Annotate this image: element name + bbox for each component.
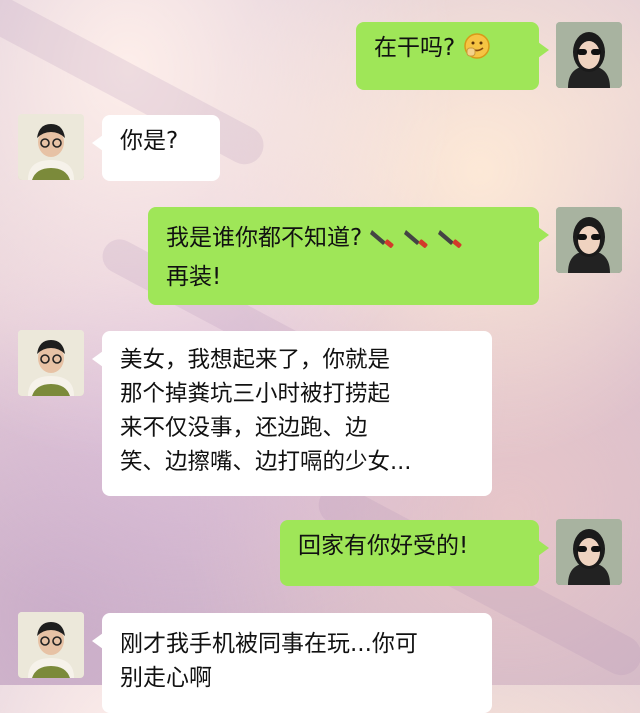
avatar-contact[interactable] xyxy=(18,612,84,678)
avatar-me[interactable] xyxy=(556,207,622,273)
message-text: 再装! xyxy=(166,264,222,290)
message-bubble-received[interactable]: 刚才我手机被同事在玩...你可 别走心啊 xyxy=(92,613,492,713)
message-bubble-received[interactable]: 你是? xyxy=(92,115,220,181)
message-text: 在干吗? xyxy=(374,35,456,61)
message-text: 回家有你好受的! xyxy=(298,533,469,559)
message-text: 笑、边擦嘴、边打嗝的少女... xyxy=(120,449,412,475)
avatar-me[interactable] xyxy=(556,519,622,585)
avatar-contact[interactable] xyxy=(18,330,84,396)
message-text: 别走心啊 xyxy=(120,665,212,691)
message-bubble-sent[interactable]: 我是谁你都不知道? 再装! xyxy=(148,207,549,305)
blush-hand-emoji xyxy=(463,32,491,70)
knife-emoji xyxy=(370,226,396,260)
knife-emoji xyxy=(438,226,464,260)
message-text-line: 我是谁你都不知道? xyxy=(166,221,521,260)
avatar-me[interactable] xyxy=(556,22,622,88)
avatar-contact[interactable] xyxy=(18,114,84,180)
message-text: 美女，我想起来了，你就是 xyxy=(120,347,391,373)
message-bubble-sent[interactable]: 在干吗? xyxy=(356,22,549,90)
message-text: 刚才我手机被同事在玩...你可 xyxy=(120,631,418,657)
message-text: 我是谁你都不知道? xyxy=(166,225,363,251)
message-text: 来不仅没事，还边跑、边 xyxy=(120,415,368,441)
message-text: 你是? xyxy=(120,128,179,154)
message-bubble-received[interactable]: 美女，我想起来了，你就是 那个掉粪坑三小时被打捞起 来不仅没事，还边跑、边 笑、… xyxy=(92,331,492,496)
knife-emoji xyxy=(404,226,430,260)
message-bubble-sent[interactable]: 回家有你好受的! xyxy=(280,520,549,586)
message-text: 那个掉粪坑三小时被打捞起 xyxy=(120,381,391,407)
